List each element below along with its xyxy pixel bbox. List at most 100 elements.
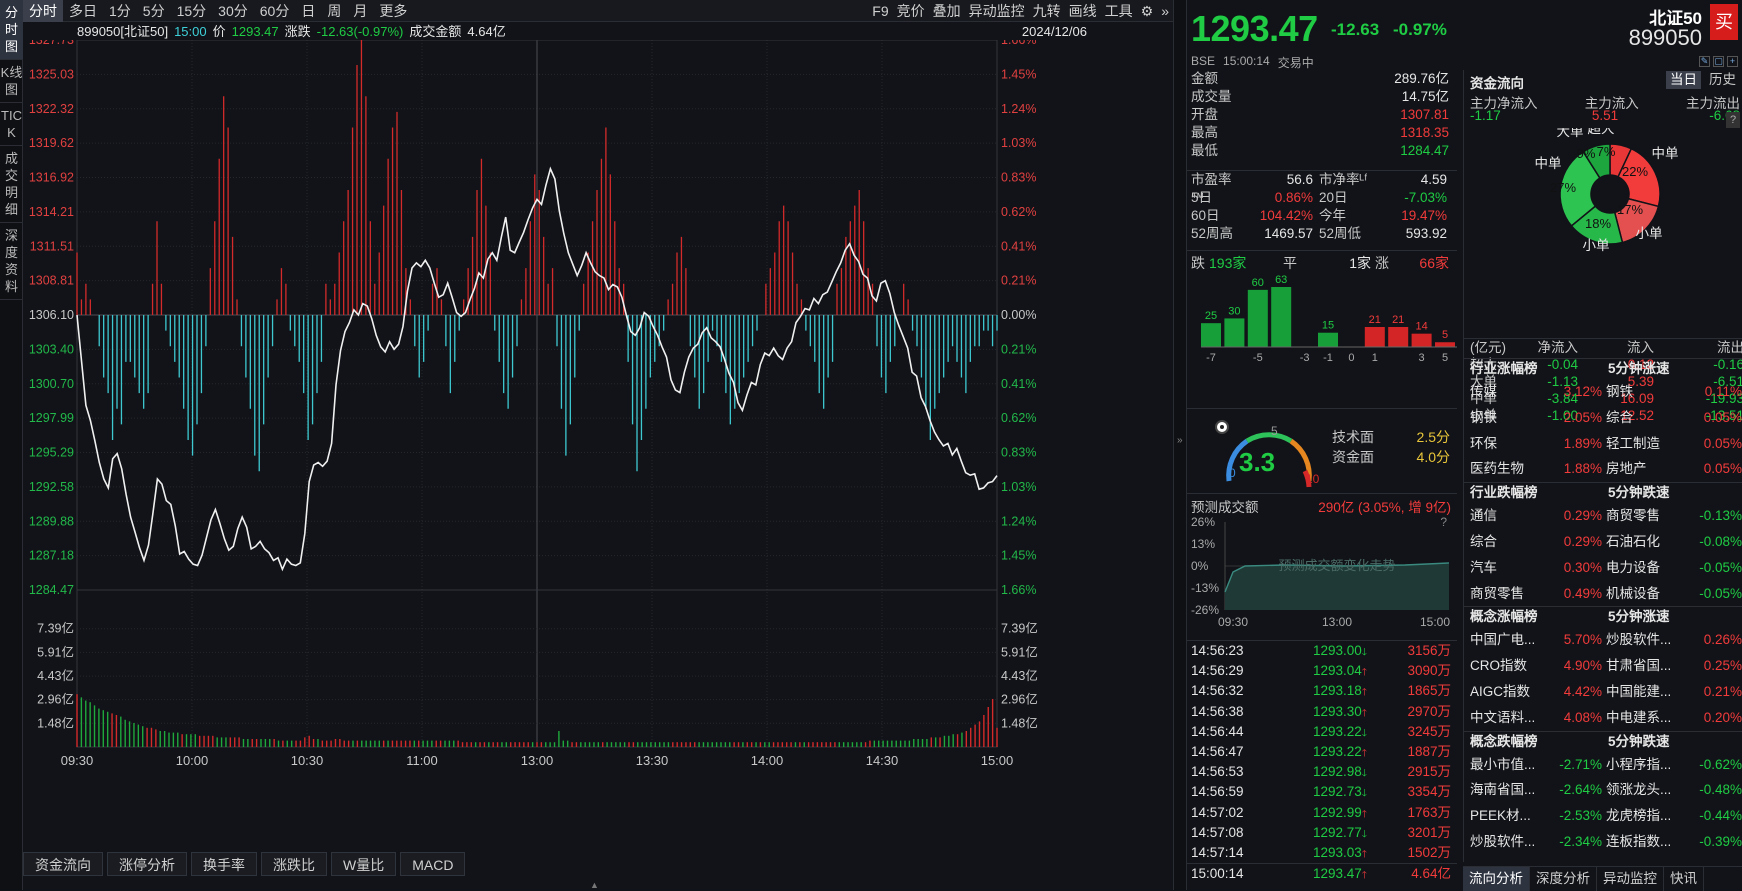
period-tab-9[interactable]: 月 — [347, 0, 373, 22]
tick-list[interactable]: 14:56:23 1293.00🡓 3156万 14:56:29 1293.04🡑 309… — [1187, 640, 1457, 883]
board-name[interactable]: 钢铁 — [1470, 405, 1542, 431]
board-row[interactable]: 最小市值... -2.71% 小程序指... -0.62% — [1464, 752, 1742, 778]
expand-arrow-icon[interactable]: » — [1177, 435, 1183, 446]
intraday-chart-svg[interactable]: 1327.73 1.66% 1325.03 1.45% 1322.32 1.24% 1319… — [23, 33, 1173, 850]
analysis-tab-2[interactable]: 异动监控 — [1597, 867, 1664, 891]
period-tab-2[interactable]: 1分 — [103, 0, 137, 22]
tool-button-0[interactable]: F9 — [868, 0, 892, 22]
board-name[interactable]: 综合 — [1470, 529, 1542, 555]
today-button[interactable]: 当日 — [1666, 71, 1701, 89]
period-tab-6[interactable]: 60分 — [254, 0, 296, 22]
scroll-up-icon[interactable]: ▲ — [590, 880, 604, 890]
board-name[interactable]: AIGC指数 — [1470, 679, 1542, 705]
indicator-tab-4[interactable]: W量比 — [331, 852, 397, 876]
board-row[interactable]: AIGC指数 4.42% 中国能建... 0.21% — [1464, 679, 1742, 705]
board-name-2[interactable]: 小程序指... — [1606, 752, 1682, 778]
tick-row[interactable]: 14:56:47 1293.22🡑 1887万 — [1187, 742, 1457, 762]
board-name-2[interactable]: 轻工制造 — [1606, 431, 1682, 457]
board-name-2[interactable]: 领涨龙头... — [1606, 777, 1682, 803]
board-name[interactable]: 海南省国... — [1470, 777, 1542, 803]
board-name[interactable]: 医药生物 — [1470, 456, 1542, 482]
help-icon[interactable]: ? — [1726, 112, 1740, 128]
tick-row[interactable]: 15:00:14 1293.47🡑 4.64亿 — [1187, 863, 1457, 883]
analysis-tab-1[interactable]: 深度分析 — [1530, 867, 1597, 891]
board-row[interactable]: 炒股软件... -2.34% 连板指数... -0.39% — [1464, 829, 1742, 855]
board-name-2[interactable]: 钢铁 — [1606, 379, 1682, 405]
indicator-tab-0[interactable]: 资金流向 — [23, 852, 103, 876]
indicator-tab-3[interactable]: 涨跌比 — [261, 852, 327, 876]
board-name[interactable]: 环保 — [1470, 431, 1542, 457]
board-row[interactable]: 综合 0.29% 石油石化 -0.08% — [1464, 529, 1742, 555]
tick-row[interactable]: 14:56:23 1293.00🡓 3156万 — [1187, 641, 1457, 661]
board-row[interactable]: 环保 1.89% 轻工制造 0.05% — [1464, 431, 1742, 457]
board-row[interactable]: 中国广电... 5.70% 炒股软件... 0.26% — [1464, 627, 1742, 653]
board-name-2[interactable]: 中国能建... — [1606, 679, 1682, 705]
board-name-2[interactable]: 炒股软件... — [1606, 627, 1682, 653]
settings-gear-icon[interactable]: ⚙ — [1137, 0, 1158, 22]
board-name-2[interactable]: 连板指数... — [1606, 829, 1682, 855]
board-row[interactable]: 医药生物 1.88% 房地产 0.05% — [1464, 456, 1742, 482]
buy-button[interactable]: 买 — [1710, 4, 1738, 40]
board-name[interactable]: 通信 — [1470, 503, 1542, 529]
indicator-tab-1[interactable]: 涨停分析 — [107, 852, 187, 876]
board-name[interactable]: 最小市值... — [1470, 752, 1542, 778]
collapse-chevron-icon[interactable]: » — [1157, 0, 1173, 22]
add-icon[interactable]: + — [1727, 56, 1738, 67]
tool-button-2[interactable]: 叠加 — [929, 0, 965, 22]
window-icon[interactable]: ▢ — [1713, 56, 1724, 67]
panel-divider[interactable]: » — [1173, 0, 1187, 890]
board-name-2[interactable]: 中电建系... — [1606, 705, 1682, 731]
left-tab-0[interactable]: 分时图 — [0, 0, 23, 60]
period-tab-7[interactable]: 日 — [295, 0, 321, 22]
board-name[interactable]: 中国广电... — [1470, 627, 1542, 653]
left-tab-4[interactable]: 深度资料 — [0, 223, 23, 300]
board-name-2[interactable]: 房地产 — [1606, 456, 1682, 482]
board-name[interactable]: PEEK材... — [1470, 803, 1542, 829]
board-row[interactable]: 商贸零售 0.49% 机械设备 -0.05% — [1464, 581, 1742, 607]
analysis-tab-0[interactable]: 流向分析 — [1463, 867, 1530, 891]
board-row[interactable]: 海南省国... -2.64% 领涨龙头... -0.48% — [1464, 777, 1742, 803]
tool-button-5[interactable]: 画线 — [1065, 0, 1101, 22]
tool-button-6[interactable]: 工具 — [1101, 0, 1137, 22]
board-name[interactable]: 中文语料... — [1470, 705, 1542, 731]
tick-row[interactable]: 14:57:02 1292.99🡑 1763万 — [1187, 803, 1457, 823]
period-tab-0[interactable]: 分时 — [23, 0, 63, 22]
intraday-chart[interactable]: 1327.73 1.66% 1325.03 1.45% 1322.32 1.24% 1319… — [23, 33, 1173, 850]
period-tab-8[interactable]: 周 — [321, 0, 347, 22]
board-row[interactable]: 钢铁 2.05% 综合 0.05% — [1464, 405, 1742, 431]
board-name-2[interactable]: 电力设备 — [1606, 555, 1682, 581]
tick-row[interactable]: 14:56:38 1293.30🡑 2970万 — [1187, 702, 1457, 722]
board-row[interactable]: PEEK材... -2.53% 龙虎榜指... -0.44% — [1464, 803, 1742, 829]
board-name-2[interactable]: 综合 — [1606, 405, 1682, 431]
tick-row[interactable]: 14:56:53 1292.98🡓 2915万 — [1187, 762, 1457, 782]
history-button[interactable]: 历史 — [1705, 71, 1740, 89]
board-row[interactable]: 汽车 0.30% 电力设备 -0.05% — [1464, 555, 1742, 581]
board-name-2[interactable]: 甘肃省国... — [1606, 653, 1682, 679]
period-tab-10[interactable]: 更多 — [373, 0, 413, 22]
board-name[interactable]: 汽车 — [1470, 555, 1542, 581]
tick-row[interactable]: 14:56:32 1293.18🡑 1865万 — [1187, 681, 1457, 701]
board-name-2[interactable]: 商贸零售 — [1606, 503, 1682, 529]
board-name-2[interactable]: 石油石化 — [1606, 529, 1682, 555]
analysis-tab-3[interactable]: 快讯 — [1664, 867, 1704, 891]
board-name-2[interactable]: 龙虎榜指... — [1606, 803, 1682, 829]
board-name[interactable]: 商贸零售 — [1470, 581, 1542, 607]
tool-button-1[interactable]: 竞价 — [893, 0, 929, 22]
forecast-help-icon[interactable]: ? — [1440, 515, 1447, 529]
tick-row[interactable]: 14:57:08 1292.77🡓 3201万 — [1187, 823, 1457, 843]
tool-button-4[interactable]: 九转 — [1029, 0, 1065, 22]
board-name-2[interactable]: 机械设备 — [1606, 581, 1682, 607]
board-name[interactable]: 传媒 — [1470, 379, 1542, 405]
indicator-tab-5[interactable]: MACD — [400, 852, 466, 876]
tick-row[interactable]: 14:56:29 1293.04🡑 3090万 — [1187, 661, 1457, 681]
period-tab-4[interactable]: 15分 — [171, 0, 213, 22]
board-name[interactable]: 炒股软件... — [1470, 829, 1542, 855]
period-tab-3[interactable]: 5分 — [137, 0, 171, 22]
indicator-tab-2[interactable]: 换手率 — [191, 852, 257, 876]
tool-button-3[interactable]: 异动监控 — [965, 0, 1029, 22]
left-tab-3[interactable]: 成交明细 — [0, 146, 23, 223]
edit-icon[interactable]: ✎ — [1699, 56, 1710, 67]
board-row[interactable]: 中文语料... 4.08% 中电建系... 0.20% — [1464, 705, 1742, 731]
board-name[interactable]: CRO指数 — [1470, 653, 1542, 679]
tick-row[interactable]: 14:56:44 1293.22🡓 3245万 — [1187, 722, 1457, 742]
